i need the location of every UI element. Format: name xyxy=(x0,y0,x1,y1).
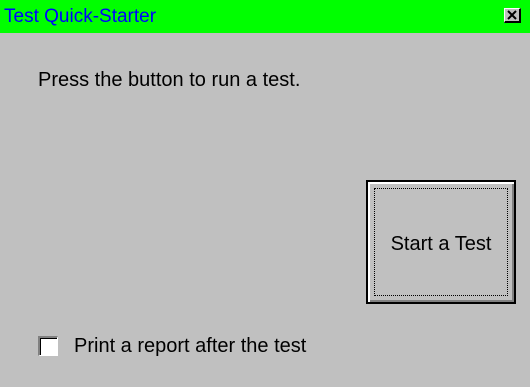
window-title: Test Quick-Starter xyxy=(4,6,157,27)
test-quick-starter-window: Test Quick-Starter Press the button to r… xyxy=(0,0,530,387)
print-report-label[interactable]: Print a report after the test xyxy=(74,334,306,358)
start-test-button-label: Start a Test xyxy=(390,233,492,255)
close-button[interactable] xyxy=(504,8,521,23)
print-report-checkbox[interactable] xyxy=(38,336,58,356)
title-bar[interactable]: Test Quick-Starter xyxy=(0,0,530,33)
close-icon xyxy=(507,10,517,20)
start-test-button[interactable]: Start a Test xyxy=(366,180,516,304)
instruction-text: Press the button to run a test. xyxy=(38,69,301,91)
